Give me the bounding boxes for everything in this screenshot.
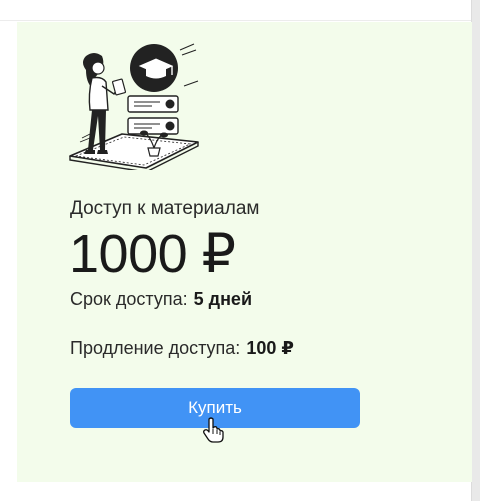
access-term-label: Срок доступа: bbox=[70, 289, 188, 309]
scrollbar[interactable] bbox=[471, 0, 480, 501]
price: 1000 ₽ bbox=[69, 224, 236, 284]
student-learning-illustration bbox=[69, 43, 199, 170]
access-extension-row: Продление доступа: 100 ₽ bbox=[70, 338, 294, 359]
hand-pointer-icon bbox=[203, 417, 224, 443]
access-extension-label: Продление доступа: bbox=[70, 338, 241, 358]
top-bar bbox=[0, 0, 472, 21]
access-term-row: Срок доступа: 5 дней bbox=[70, 289, 252, 310]
access-term-value: 5 дней bbox=[193, 289, 253, 309]
buy-button-label: Купить bbox=[188, 398, 242, 417]
access-title: Доступ к материалам bbox=[70, 198, 260, 219]
access-extension-value: 100 ₽ bbox=[246, 338, 294, 358]
